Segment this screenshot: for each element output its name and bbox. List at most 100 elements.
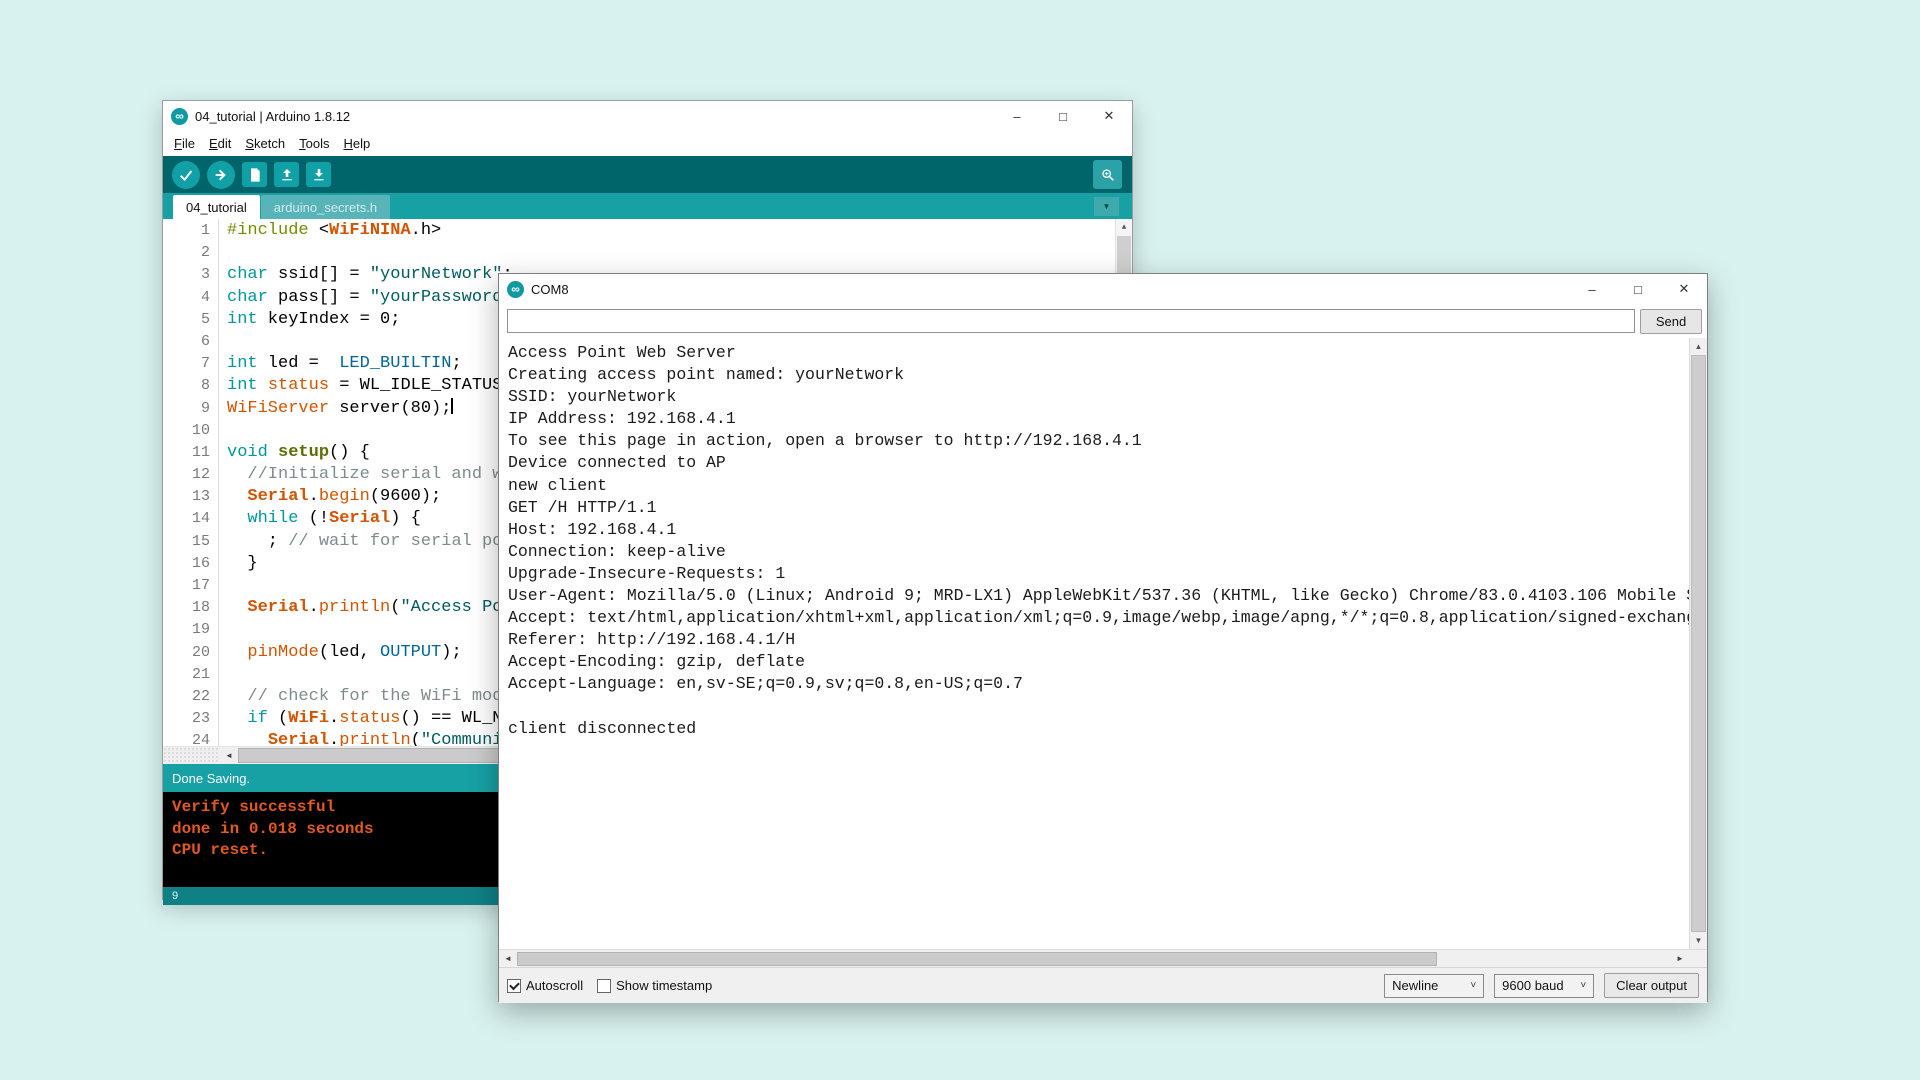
- serial-titlebar[interactable]: ∞ COM8 – □ ✕: [499, 274, 1707, 304]
- minimize-button[interactable]: –: [1569, 274, 1615, 304]
- line-ending-select[interactable]: Newline ˅: [1384, 974, 1484, 998]
- serial-window-controls: – □ ✕: [1569, 274, 1707, 304]
- line-ending-value: Newline: [1392, 978, 1438, 993]
- desktop: ∞ 04_tutorial | Arduino 1.8.12 – □ ✕ Fil…: [0, 0, 1920, 1080]
- code-text: Serial.begin(9600);: [219, 486, 441, 508]
- line-number: 1: [163, 220, 219, 242]
- baud-rate-value: 9600 baud: [1502, 978, 1563, 993]
- scroll-left-icon[interactable]: ◄: [220, 751, 238, 760]
- menu-help[interactable]: Help: [336, 134, 377, 153]
- serial-output-line: Connection: keep-alive: [508, 541, 1690, 563]
- scroll-down-icon[interactable]: ▼: [1690, 932, 1707, 949]
- serial-output-line: Accept: text/html,application/xhtml+xml,…: [508, 607, 1690, 629]
- serial-output-line: [508, 696, 1690, 718]
- serial-output-line: Referer: http://192.168.4.1/H: [508, 629, 1690, 651]
- new-button[interactable]: [242, 162, 267, 187]
- line-number: 7: [163, 353, 219, 375]
- serial-output-line: Access Point Web Server: [508, 342, 1690, 364]
- serial-output-line: To see this page in action, open a brows…: [508, 430, 1690, 452]
- tab-04-tutorial[interactable]: 04_tutorial: [173, 195, 260, 219]
- menu-file[interactable]: File: [167, 134, 202, 153]
- menu-sketch[interactable]: Sketch: [238, 134, 292, 153]
- arduino-logo-icon: ∞: [507, 281, 524, 298]
- serial-vscroll-thumb[interactable]: [1691, 355, 1706, 932]
- chevron-down-icon: ˅: [1470, 980, 1483, 991]
- close-button[interactable]: ✕: [1086, 101, 1132, 131]
- ide-window-controls: – □ ✕: [994, 101, 1132, 131]
- ide-window-title: 04_tutorial | Arduino 1.8.12: [195, 109, 350, 124]
- ide-toolbar: [163, 156, 1132, 193]
- maximize-button[interactable]: □: [1615, 274, 1661, 304]
- menu-edit[interactable]: Edit: [202, 134, 238, 153]
- scroll-up-icon[interactable]: ▲: [1116, 219, 1132, 235]
- serial-bottom-bar: Autoscroll Show timestamp Newline ˅ 9600…: [499, 967, 1707, 1003]
- serial-vertical-scrollbar[interactable]: ▲ ▼: [1689, 338, 1707, 949]
- code-text: char pass[] = "yourPassword": [219, 287, 513, 309]
- baud-rate-select[interactable]: 9600 baud ˅: [1494, 974, 1594, 998]
- scroll-right-icon[interactable]: ►: [1671, 950, 1689, 967]
- scrollbar-corner: [163, 747, 220, 764]
- line-number: 23: [163, 708, 219, 730]
- serial-monitor-window: ∞ COM8 – □ ✕ Send Access Point Web Serve…: [498, 273, 1708, 1002]
- verify-icon: [178, 167, 194, 183]
- serial-input[interactable]: [507, 309, 1635, 333]
- code-text: if (WiFi.status() == WL_NO: [219, 708, 513, 730]
- code-text: Serial.println("Access Poi: [219, 597, 513, 619]
- line-number: 3: [163, 264, 219, 286]
- open-button[interactable]: [274, 162, 299, 187]
- maximize-button[interactable]: □: [1040, 101, 1086, 131]
- line-number: 24: [163, 730, 219, 746]
- save-button[interactable]: [306, 162, 331, 187]
- code-text: [219, 575, 227, 597]
- code-text: pinMode(led, OUTPUT);: [219, 642, 462, 664]
- line-number: 19: [163, 619, 219, 641]
- scroll-left-icon[interactable]: ◄: [499, 950, 517, 967]
- clear-output-button[interactable]: Clear output: [1604, 973, 1699, 998]
- save-icon: [311, 167, 327, 183]
- menu-tools[interactable]: Tools: [292, 134, 336, 153]
- line-number: 17: [163, 575, 219, 597]
- serial-output-line: Accept-Encoding: gzip, deflate: [508, 651, 1690, 673]
- code-text: char ssid[] = "yourNetwork";: [219, 264, 513, 286]
- scroll-up-icon[interactable]: ▲: [1690, 338, 1707, 355]
- serial-output-line: new client: [508, 475, 1690, 497]
- ide-titlebar[interactable]: ∞ 04_tutorial | Arduino 1.8.12 – □ ✕: [163, 101, 1132, 131]
- serial-window-title: COM8: [531, 282, 569, 297]
- close-button[interactable]: ✕: [1661, 274, 1707, 304]
- upload-icon: [213, 167, 229, 183]
- autoscroll-label: Autoscroll: [526, 978, 583, 993]
- code-line[interactable]: 1#include <WiFiNINA.h>: [163, 220, 1116, 242]
- line-number: 21: [163, 664, 219, 686]
- code-text: }: [219, 553, 258, 575]
- upload-button[interactable]: [207, 161, 235, 189]
- serial-output[interactable]: Access Point Web ServerCreating access p…: [499, 338, 1690, 949]
- code-text: [219, 664, 227, 686]
- line-number: 12: [163, 464, 219, 486]
- send-button[interactable]: Send: [1640, 309, 1702, 334]
- serial-output-line: Creating access point named: yourNetwork: [508, 364, 1690, 386]
- checkbox-unchecked-icon: [597, 979, 611, 993]
- text-caret: [451, 398, 453, 414]
- serial-settings-group: Newline ˅ 9600 baud ˅ Clear output: [1384, 973, 1699, 998]
- code-text: //Initialize serial and wa: [219, 464, 513, 486]
- show-timestamp-checkbox[interactable]: Show timestamp: [597, 978, 712, 993]
- line-number: 16: [163, 553, 219, 575]
- verify-button[interactable]: [172, 161, 200, 189]
- serial-monitor-icon: [1100, 167, 1116, 183]
- code-text: Serial.println("Communic: [219, 730, 513, 746]
- line-number: 6: [163, 331, 219, 353]
- tab-arduino-secrets-h[interactable]: arduino_secrets.h: [261, 195, 390, 219]
- serial-input-row: Send: [499, 304, 1707, 338]
- serial-hscroll-thumb[interactable]: [517, 952, 1437, 966]
- tab-list-dropdown[interactable]: ▼: [1094, 197, 1119, 216]
- line-number: 5: [163, 309, 219, 331]
- serial-monitor-button[interactable]: [1093, 160, 1122, 189]
- minimize-button[interactable]: –: [994, 101, 1040, 131]
- serial-output-line: IP Address: 192.168.4.1: [508, 408, 1690, 430]
- scrollbar-corner: [1690, 950, 1707, 967]
- line-number: 20: [163, 642, 219, 664]
- serial-horizontal-scrollbar[interactable]: ◄ ►: [499, 949, 1707, 967]
- code-line[interactable]: 2: [163, 242, 1116, 264]
- code-text: [219, 331, 227, 353]
- autoscroll-checkbox[interactable]: Autoscroll: [507, 978, 583, 993]
